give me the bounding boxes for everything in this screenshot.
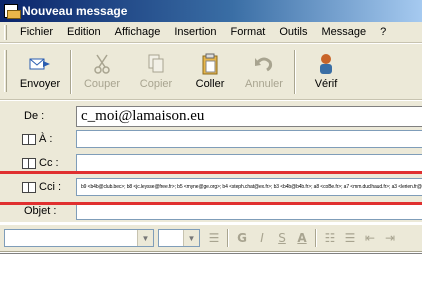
bcc-label: Cci : [39,181,61,193]
address-book-icon [22,133,36,145]
chevron-down-icon[interactable]: ▼ [137,230,153,246]
menu-fichier[interactable]: Fichier [13,26,60,38]
subject-label: Objet : [24,205,57,217]
cc-label-button[interactable]: Cc : [22,157,59,169]
menu-outils[interactable]: Outils [272,26,314,38]
cut-button[interactable]: Couper [75,50,129,96]
cut-label: Couper [83,78,121,90]
verify-label: Vérif [314,78,338,90]
cc-row: Cc : [0,153,422,173]
from-label: De : [24,110,45,122]
bcc-field[interactable]: b9 <b4b@club.bec>; b8 <jc.leysse@free.fr… [76,178,422,196]
cc-label: Cc : [39,157,59,169]
toolbar-separator [70,50,72,94]
font-color-icon[interactable]: A [292,228,312,248]
chevron-down-icon[interactable]: ▼ [183,230,199,246]
subject-field[interactable] [76,202,422,220]
send-label: Envoyer [19,78,61,90]
decrease-indent-icon[interactable]: ⇤ [360,228,380,248]
scissors-icon [92,50,112,78]
toolbar: Envoyer Couper Copier Coller Annuler Vér… [0,44,422,100]
bullet-list-icon[interactable]: ☰ [340,228,360,248]
to-row: À : [0,129,422,149]
format-separator [227,229,229,247]
menu-bar: Fichier Edition Affichage Insertion Form… [0,22,422,43]
increase-indent-icon[interactable]: ⇥ [380,228,400,248]
menu-edition[interactable]: Edition [60,26,108,38]
menu-help[interactable]: ? [373,26,393,38]
window-title: Nouveau message [22,4,128,18]
paragraph-style-icon[interactable]: ☰ [204,228,224,248]
menu-format[interactable]: Format [224,26,273,38]
bcc-label-button[interactable]: Cci : [22,181,61,193]
numbered-list-icon[interactable]: ☷ [320,228,340,248]
send-icon [28,50,52,78]
copy-label: Copier [139,78,173,90]
italic-icon[interactable]: I [252,228,272,248]
font-select[interactable]: ▼ [4,229,154,247]
menu-grip[interactable] [4,24,7,40]
verify-button[interactable]: Vérif [299,50,353,96]
to-label: À : [39,133,53,145]
address-book-icon [22,181,36,193]
menu-insertion[interactable]: Insertion [167,26,223,38]
copy-icon [146,50,166,78]
cc-field[interactable] [76,154,422,172]
copy-button[interactable]: Copier [129,50,183,96]
spellcheck-icon [315,50,337,78]
title-bar: Nouveau message [0,0,422,22]
from-row: De : c_moi@lamaison.eu [0,105,422,127]
toolbar-separator [294,50,296,94]
menu-message[interactable]: Message [315,26,374,38]
address-book-icon [22,157,36,169]
undo-icon [253,50,275,78]
mail-icon [4,4,21,19]
paste-label: Coller [195,78,225,90]
clipboard-icon [200,50,220,78]
from-field[interactable]: c_moi@lamaison.eu [76,105,422,127]
bold-icon[interactable]: G [232,228,252,248]
send-button[interactable]: Envoyer [13,50,67,96]
format-toolbar: ▼ ▼ ☰ G I S A ☷ ☰ ⇤ ⇥ [0,224,422,252]
menu-affichage[interactable]: Affichage [108,26,168,38]
paste-button[interactable]: Coller [183,50,237,96]
bcc-row: Cci : b9 <b4b@club.bec>; b8 <jc.leysse@f… [0,177,422,197]
to-label-button[interactable]: À : [22,133,52,145]
subject-row: Objet : [0,201,422,221]
undo-label: Annuler [245,78,283,90]
message-body[interactable] [0,253,422,286]
toolbar-grip[interactable] [4,50,7,92]
underline-icon[interactable]: S [272,228,292,248]
format-separator [315,229,317,247]
to-field[interactable] [76,130,422,148]
header-fields: De : c_moi@lamaison.eu À : Cc : Cci : b9… [0,101,422,222]
size-select[interactable]: ▼ [158,229,200,247]
undo-button[interactable]: Annuler [237,50,291,96]
